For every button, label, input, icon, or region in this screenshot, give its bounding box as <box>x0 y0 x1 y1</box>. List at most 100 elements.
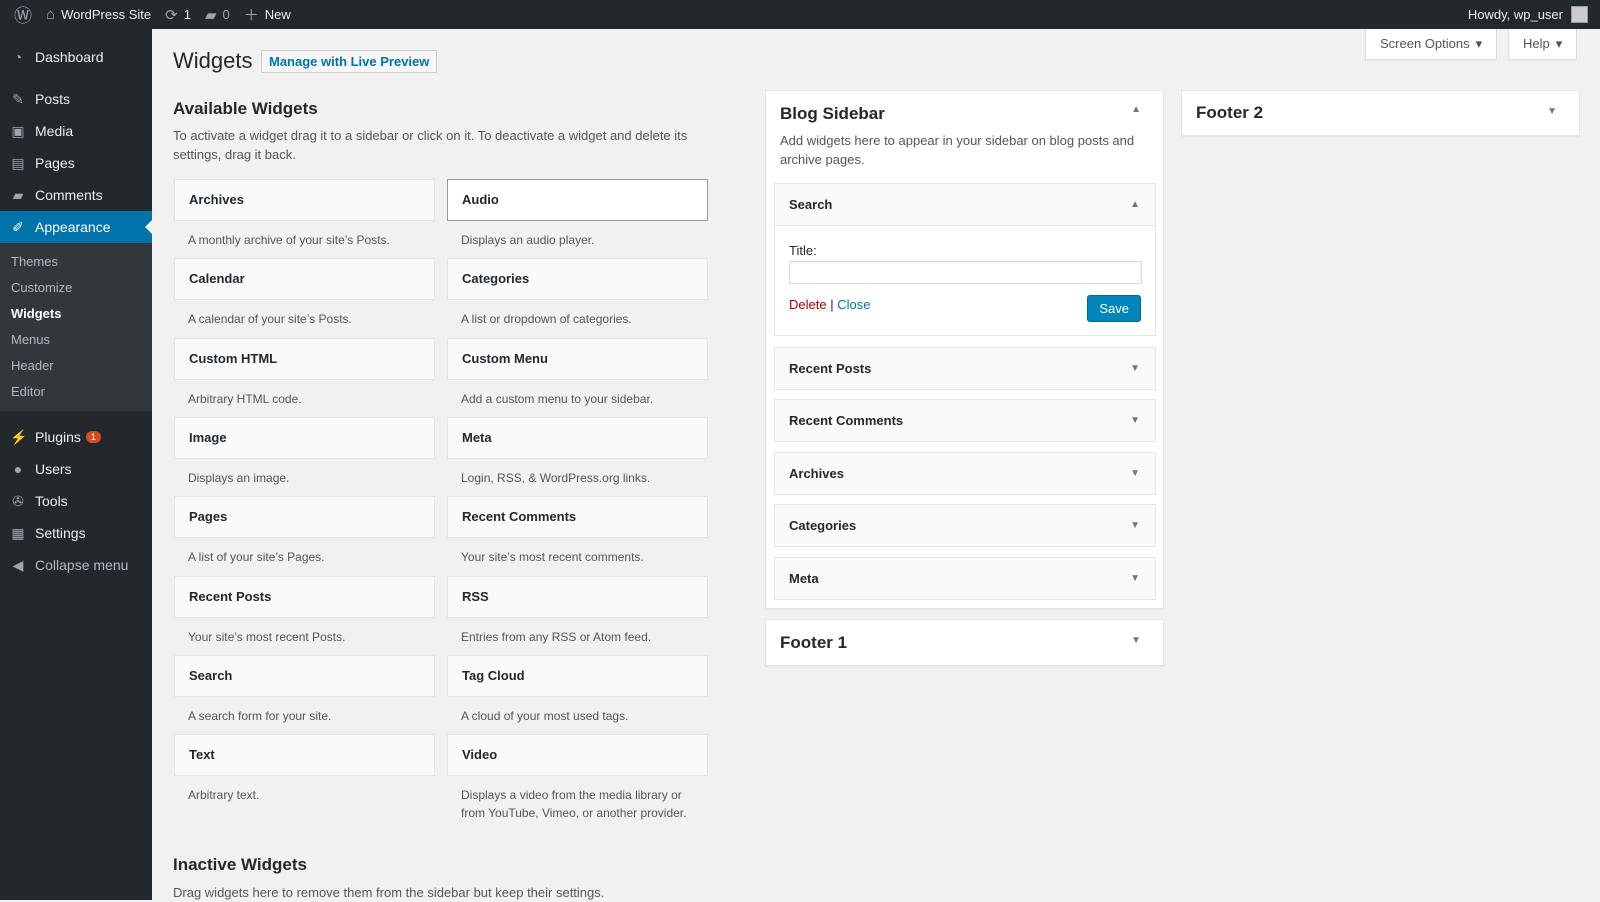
title-input[interactable] <box>789 261 1142 284</box>
close-link[interactable]: Close <box>837 297 870 312</box>
help-button[interactable]: Help▾ <box>1508 29 1577 60</box>
widget-name: Archives <box>789 466 844 481</box>
widget-rss[interactable]: RSS <box>447 576 708 618</box>
submenu-item-header[interactable]: Header <box>0 353 152 379</box>
user-icon: ● <box>10 461 26 477</box>
wrench-icon: ✇ <box>10 493 26 510</box>
menu-label: Dashboard <box>35 49 104 65</box>
sidebar-widget-archives[interactable]: Archives▼ <box>774 452 1156 495</box>
inactive-widgets-title: Inactive Widgets <box>173 855 307 875</box>
widget-description: A list of your site’s Pages. <box>174 548 435 566</box>
footer-1-panel[interactable]: Footer 1 ▼ <box>765 619 1164 666</box>
updates-count: 1 <box>184 7 191 22</box>
inactive-widgets-desc: Drag widgets here to remove them from th… <box>173 883 604 902</box>
sidebar-widget-recent-comments[interactable]: Recent Comments▼ <box>774 399 1156 442</box>
menu-item-posts[interactable]: ✎ Posts <box>0 83 152 115</box>
new-content-link[interactable]: ＋New <box>244 4 291 25</box>
widget-recent-posts[interactable]: Recent Posts <box>174 576 435 618</box>
widget-image[interactable]: Image <box>174 417 435 459</box>
submenu-item-themes[interactable]: Themes <box>0 249 152 275</box>
widget-recent-comments[interactable]: Recent Comments <box>447 496 708 538</box>
caret-down-icon: ▼ <box>1130 505 1140 546</box>
widget-audio[interactable]: Audio <box>447 179 708 221</box>
submenu-item-customize[interactable]: Customize <box>0 275 152 301</box>
menu-label: Tools <box>35 493 68 509</box>
collapse-icon: ◀ <box>10 557 26 574</box>
wordpress-logo-icon[interactable]: Ⓦ <box>14 2 32 28</box>
submenu-item-editor[interactable]: Editor <box>0 379 152 405</box>
screen-options-button[interactable]: Screen Options ▾ <box>1365 29 1497 60</box>
comment-icon: ▰ <box>205 6 217 24</box>
save-button[interactable]: Save <box>1087 295 1141 322</box>
menu-item-dashboard[interactable]: ◔Dashboard <box>0 41 152 73</box>
settings-icon: ▦ <box>10 525 26 542</box>
widget-description: Displays an image. <box>174 469 435 487</box>
widget-categories[interactable]: Categories <box>447 258 708 300</box>
footer-2-panel[interactable]: Footer 2 ▼ <box>1181 90 1580 136</box>
page-title: Widgets <box>173 48 252 74</box>
site-name-link[interactable]: ⌂WordPress Site <box>46 6 151 23</box>
widget-pages[interactable]: Pages <box>174 496 435 538</box>
widget-search[interactable]: Search <box>174 655 435 697</box>
available-widgets-title: Available Widgets <box>173 99 318 119</box>
widget-description: Your site’s most recent comments. <box>447 548 708 566</box>
menu-item-pages[interactable]: ▤Pages <box>0 147 152 179</box>
submenu-item-widgets[interactable]: Widgets <box>0 301 152 327</box>
home-icon: ⌂ <box>46 6 55 23</box>
available-widgets-desc: To activate a widget drag it to a sideba… <box>173 126 713 164</box>
menu-item-appearance[interactable]: ✐Appearance <box>0 211 152 243</box>
updates-link[interactable]: ⟳1 <box>165 6 191 24</box>
menu-item-tools[interactable]: ✇ Tools <box>0 485 152 517</box>
widget-custom-menu[interactable]: Custom Menu <box>447 338 708 380</box>
widget-description: A search form for your site. <box>174 707 435 725</box>
comments-link[interactable]: ▰0 <box>205 6 230 24</box>
menu-item-plugins[interactable]: ⚡Plugins1 <box>0 421 152 453</box>
widget-name: Search <box>789 197 832 212</box>
widget-tag-cloud[interactable]: Tag Cloud <box>447 655 708 697</box>
sidebar-widget-categories[interactable]: Categories▼ <box>774 504 1156 547</box>
search-widget-header[interactable]: Search ▲ <box>774 183 1156 226</box>
sidebar-widget-meta[interactable]: Meta▼ <box>774 557 1156 600</box>
menu-label: Users <box>35 461 72 477</box>
appearance-submenu: ThemesCustomizeWidgetsMenusHeaderEditor <box>0 243 152 411</box>
widget-archives[interactable]: Archives <box>174 179 435 221</box>
widget-video[interactable]: Video <box>447 734 708 776</box>
title-label: Title: <box>789 243 817 258</box>
menu-label: Posts <box>35 91 70 107</box>
caret-up-icon: ▲ <box>1130 184 1140 225</box>
menu-item-comments[interactable]: ▰Comments <box>0 179 152 211</box>
widget-text[interactable]: Text <box>174 734 435 776</box>
widget-custom-html[interactable]: Custom HTML <box>174 338 435 380</box>
screen-options-label: Screen Options <box>1380 36 1470 52</box>
menu-item-media[interactable]: ▣Media <box>0 115 152 147</box>
submenu-item-menus[interactable]: Menus <box>0 327 152 353</box>
menu-item-collapse-menu[interactable]: ◀Collapse menu <box>0 549 152 581</box>
blog-sidebar-panel: Blog Sidebar ▲ Add widgets here to appea… <box>765 90 1164 609</box>
menu-label: Settings <box>35 525 86 541</box>
caret-down-icon: ▾ <box>1556 36 1563 52</box>
admin-menu: ◔Dashboard ✎ Posts ▣Media▤Pages▰Comments✐Ap… <box>0 29 152 900</box>
widget-description: Add a custom menu to your sidebar. <box>447 390 708 408</box>
menu-item-users[interactable]: ● Users <box>0 453 152 485</box>
account-menu[interactable]: Howdy, wp_user <box>1468 6 1588 23</box>
widget-description: A list or dropdown of categories. <box>447 310 708 328</box>
menu-item-settings[interactable]: ▦ Settings <box>0 517 152 549</box>
caret-down-icon: ▾ <box>1476 36 1483 52</box>
widget-description: Arbitrary HTML code. <box>174 390 435 408</box>
widget-description: Entries from any RSS or Atom feed. <box>447 628 708 646</box>
blog-sidebar-title[interactable]: Blog Sidebar <box>780 104 885 124</box>
widget-name: Recent Posts <box>789 361 871 376</box>
live-preview-button[interactable]: Manage with Live Preview <box>261 50 437 73</box>
widget-calendar[interactable]: Calendar <box>174 258 435 300</box>
plus-icon: ＋ <box>244 4 259 25</box>
pin-icon: ✎ <box>10 91 26 108</box>
sidebar-widget-recent-posts[interactable]: Recent Posts▼ <box>774 347 1156 390</box>
separator: | <box>830 297 833 312</box>
menu-label: Plugins <box>35 429 81 445</box>
delete-link[interactable]: Delete <box>789 297 827 312</box>
widget-name: Meta <box>789 571 819 586</box>
menu-label: Pages <box>35 155 75 171</box>
plugin-icon: ⚡ <box>10 429 26 446</box>
widget-meta[interactable]: Meta <box>447 417 708 459</box>
caret-up-icon[interactable]: ▲ <box>1131 104 1141 115</box>
